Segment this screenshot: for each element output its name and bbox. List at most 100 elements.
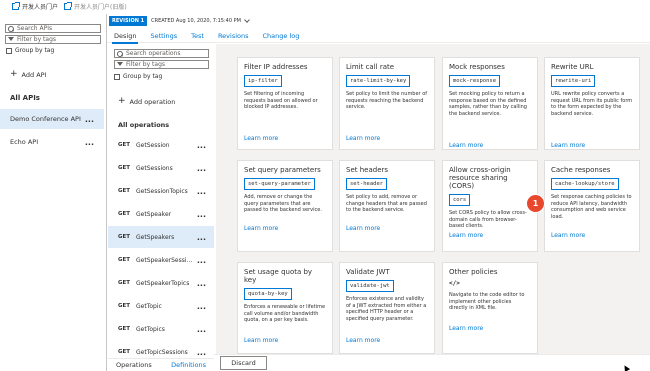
operation-name: GetSession (136, 141, 170, 149)
learn-more-link[interactable]: Learn more (449, 325, 483, 332)
chevron-down-icon[interactable] (244, 17, 250, 23)
operation-name: GetTopics (136, 325, 165, 333)
filter-operations-input[interactable]: Filter by tags (114, 60, 209, 69)
learn-more-link[interactable]: Learn more (244, 135, 278, 142)
more-options-icon[interactable]: ... (85, 115, 94, 124)
breadcrumb-item-portal[interactable]: 开发人员门户 (12, 2, 58, 11)
policy-code: ip-filter (244, 75, 282, 87)
more-options-icon[interactable]: ... (197, 233, 206, 242)
more-options-icon[interactable]: ... (197, 256, 206, 265)
policy-title: Filter IP addresses (244, 63, 308, 71)
policy-card-set-header[interactable]: Set headers set-header Set policy to add… (339, 160, 435, 252)
add-api-button[interactable]: + Add API (10, 70, 46, 79)
code-icon: </> (449, 280, 460, 287)
operation-row[interactable]: GET GetSessionTopics ... (108, 180, 214, 202)
policy-card-quota-by-key[interactable]: Set usage quota by key quota-by-key Enfo… (237, 262, 333, 354)
policy-card-set-query-parameter[interactable]: Set query parameters set-query-parameter… (237, 160, 333, 252)
policy-code: rewrite-uri (551, 75, 596, 87)
policy-title: Set query parameters (244, 166, 321, 174)
tab-change-log[interactable]: Change log (256, 29, 307, 43)
operation-row[interactable]: GET GetTopic ... (108, 295, 214, 317)
learn-more-link[interactable]: Learn more (551, 232, 585, 239)
http-verb: GET (118, 303, 131, 309)
more-options-icon[interactable]: ... (197, 325, 206, 334)
policy-card-other[interactable]: Other policies </> Navigate to the code … (442, 262, 538, 354)
learn-more-link[interactable]: Learn more (244, 337, 278, 344)
http-verb: GET (118, 326, 131, 332)
policy-title: Validate JWT (346, 268, 390, 276)
tab-settings[interactable]: Settings (143, 29, 184, 43)
plus-icon: + (118, 96, 126, 106)
search-apis-input[interactable]: Search APIs (5, 24, 101, 33)
policy-card-cors[interactable]: Allow cross-origin resource sharing (COR… (442, 160, 538, 252)
learn-more-link[interactable]: Learn more (346, 225, 380, 232)
more-options-icon[interactable]: ... (197, 279, 206, 288)
policy-card-cache[interactable]: Cache responses cache-lookup/store Set r… (544, 160, 640, 252)
breadcrumb-item-label: 开发人员门户(旧版) (74, 4, 127, 11)
breadcrumb: 开发人员门户 开发人员门户(旧版) (0, 0, 650, 13)
policy-card-mock-response[interactable]: Mock responses mock-response Set mocking… (442, 57, 538, 150)
tab-design[interactable]: Design (107, 29, 143, 44)
all-apis-heading[interactable]: All APIs (10, 94, 40, 102)
operation-row[interactable]: GET GetSessions ... (108, 157, 214, 179)
more-options-icon[interactable]: ... (197, 164, 206, 173)
policy-card-rate-limit[interactable]: Limit call rate rate-limit-by-key Set po… (339, 57, 435, 150)
more-options-icon[interactable]: ... (197, 187, 206, 196)
operation-row-selected[interactable]: GET GetSpeakers ... (108, 226, 214, 248)
definitions-link[interactable]: Definitions (171, 361, 206, 369)
more-options-icon[interactable]: ... (197, 210, 206, 219)
policy-gallery: Filter IP addresses ip-filter Set filter… (216, 44, 650, 354)
more-options-icon[interactable]: ... (197, 141, 206, 150)
operation-row[interactable]: GET GetSession ... (108, 134, 214, 156)
operation-row[interactable]: GET GetTopics ... (108, 318, 214, 340)
operation-name: GetTopicSessions (136, 348, 188, 356)
operation-row[interactable]: GET GetSpeakerTopics ... (108, 272, 214, 294)
search-operations-input[interactable]: Search operations (114, 49, 209, 58)
more-options-icon[interactable]: ... (197, 348, 206, 357)
policy-card-ip-filter[interactable]: Filter IP addresses ip-filter Set filter… (237, 57, 333, 150)
policy-code: validate-jwt (346, 280, 394, 292)
checkbox-icon[interactable] (6, 47, 12, 54)
operations-tab[interactable]: Operations (116, 361, 152, 369)
learn-more-link[interactable]: Learn more (346, 337, 380, 344)
learn-more-link[interactable]: Learn more (346, 135, 380, 142)
policy-description: Set CORS policy to allow cross-domain ca… (449, 210, 527, 229)
more-options-icon[interactable]: ... (197, 302, 206, 311)
search-placeholder: Search APIs (17, 25, 53, 32)
operation-row[interactable]: GET GetSpeaker ... (108, 203, 214, 225)
more-options-icon[interactable]: ... (85, 138, 94, 147)
tab-bar: Design Settings Test Revisions Change lo… (107, 29, 650, 44)
discard-button[interactable]: Discard (220, 356, 267, 370)
group-by-tag-checkbox[interactable]: Group by tag (6, 47, 54, 54)
breadcrumb-item-legacy-portal[interactable]: 开发人员门户(旧版) (64, 2, 127, 11)
learn-more-link[interactable]: Learn more (449, 232, 483, 239)
operation-row[interactable]: GET GetSpeakerSessi... ... (108, 249, 214, 271)
policy-description: Set filtering of incoming requests based… (244, 91, 318, 110)
learn-more-link[interactable]: Learn more (244, 225, 278, 232)
add-operation-button[interactable]: + Add operation (118, 97, 175, 106)
api-item-echo[interactable]: Echo API ... (0, 132, 104, 152)
external-link-icon (64, 2, 73, 10)
learn-more-link[interactable]: Learn more (449, 142, 483, 149)
all-operations-heading[interactable]: All operations (118, 121, 169, 129)
group-by-tag-checkbox[interactable]: Group by tag (114, 73, 162, 80)
filter-apis-input[interactable]: Filter by tags (5, 35, 101, 44)
external-link-icon (12, 2, 20, 10)
search-icon (8, 25, 14, 32)
tab-test[interactable]: Test (184, 29, 211, 43)
learn-more-link[interactable]: Learn more (551, 142, 585, 149)
api-item-label: Demo Conference API (10, 115, 81, 123)
operation-name: GetSpeakers (136, 233, 175, 241)
panel-divider[interactable] (106, 14, 107, 371)
checkbox-icon[interactable] (114, 73, 120, 80)
api-item-demo-conference[interactable]: Demo Conference API ... (0, 109, 104, 129)
revision-bar[interactable]: REVISION 1 CREATED Aug 10, 2020, 7:15:40… (107, 14, 650, 28)
search-icon (117, 50, 123, 57)
policy-card-rewrite-uri[interactable]: Rewrite URL rewrite-uri URL rewrite poli… (544, 57, 640, 150)
policy-card-validate-jwt[interactable]: Validate JWT validate-jwt Enforces exist… (339, 262, 435, 354)
filter-placeholder: Filter by tags (17, 36, 56, 43)
operation-name: GetSessions (136, 164, 173, 172)
tab-revisions[interactable]: Revisions (211, 29, 256, 43)
policy-description: Set mocking policy to return a response … (449, 91, 527, 117)
operations-panel: Search operations Filter by tags Group b… (108, 44, 214, 371)
